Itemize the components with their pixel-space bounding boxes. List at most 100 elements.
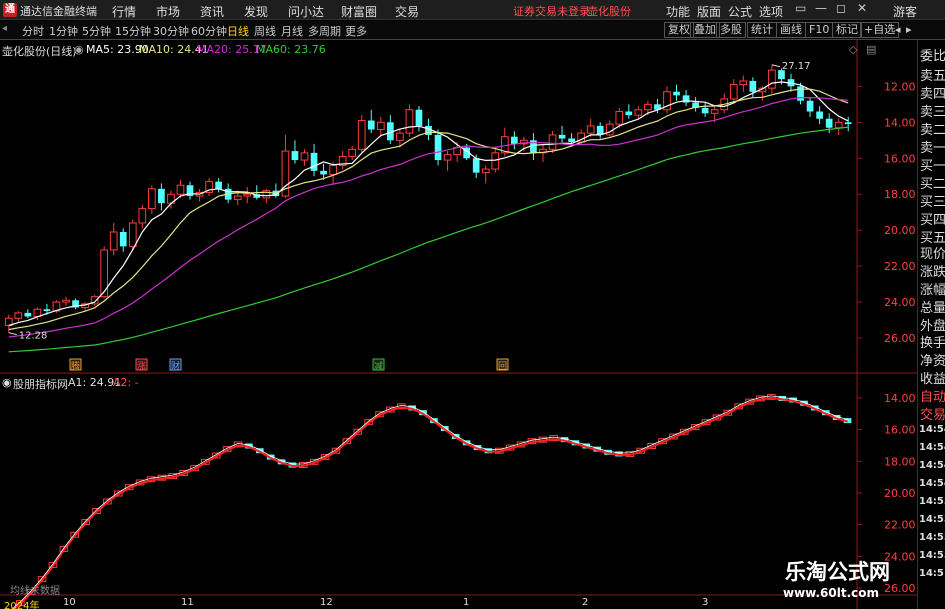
multi-stock-button[interactable]: 多股: [716, 22, 746, 38]
side-label-ask3: 卖三: [920, 105, 945, 120]
add-favorite-button[interactable]: +自选: [860, 22, 900, 38]
side-label-price: 现价: [920, 247, 945, 262]
period-multi[interactable]: 多周期: [308, 23, 341, 39]
tick-time: 14:54: [919, 424, 945, 435]
candle-body: [768, 69, 776, 89]
tick-time: 14:55: [919, 496, 945, 507]
side-label-bid2: 买二: [920, 177, 945, 192]
candle-body: [176, 184, 185, 195]
date-label-year: 2024年: [4, 601, 40, 609]
restore-icon[interactable]: ▭: [795, 1, 806, 15]
side-label-auto[interactable]: 自动: [920, 386, 945, 405]
candle-body: [472, 158, 480, 173]
candle-body: [615, 111, 624, 125]
watermark-url: www.60lt.com: [783, 586, 880, 600]
candle-body: [481, 168, 490, 174]
side-label-committee-ratio: 委比: [920, 49, 945, 64]
mark-button[interactable]: 标记: [832, 22, 862, 38]
maximize-icon[interactable]: ◻: [836, 1, 846, 15]
side-label-ask5: 卖五: [920, 69, 945, 84]
toolbar-left-arrow-icon[interactable]: ◂: [2, 23, 7, 34]
candle-body: [100, 249, 109, 298]
date-label-oct: 10: [63, 597, 76, 608]
menu-discover[interactable]: 发现: [244, 3, 268, 20]
kline-chart-area[interactable]: 26.00 24.00 22.00 20.00 18.00 16.00 14.00 12.00…: [0, 40, 917, 609]
trade-login-status[interactable]: 证券交易未登录: [513, 3, 590, 19]
diamond-icon[interactable]: ◇: [849, 43, 857, 56]
y-tick-label: 24.00: [884, 296, 916, 309]
side-label-net-asset: 净资: [920, 354, 945, 369]
draw-line-button[interactable]: 画线: [776, 22, 806, 38]
period-1min[interactable]: 1分钟: [49, 23, 78, 39]
period-weekly[interactable]: 周线: [254, 23, 276, 39]
candle-body: [128, 222, 137, 247]
candle-body: [673, 91, 680, 96]
period-intraday[interactable]: 分时: [22, 23, 44, 39]
menu-trade[interactable]: 交易: [395, 3, 419, 20]
candle-body: [24, 312, 32, 317]
close-icon[interactable]: ✕: [857, 1, 867, 15]
candle-body: [14, 312, 23, 319]
menu-ask[interactable]: 问小达: [288, 3, 324, 20]
period-monthly[interactable]: 月线: [281, 23, 303, 39]
period-60min[interactable]: 60分钟: [191, 23, 227, 39]
period-daily[interactable]: 日线: [227, 23, 249, 39]
side-label-change-pct: 涨幅: [920, 283, 945, 298]
date-label-jan: 1: [463, 597, 470, 608]
period-15min[interactable]: 15分钟: [115, 23, 151, 39]
stats-button[interactable]: 统计: [747, 22, 777, 38]
menu-markets[interactable]: 市场: [156, 3, 180, 20]
side-label-volume: 总量: [920, 301, 945, 316]
side-label-ask2: 卖二: [920, 123, 945, 138]
candle-body: [243, 193, 252, 197]
menu-wealth[interactable]: 财富圈: [341, 3, 377, 20]
minimize-icon[interactable]: —: [815, 1, 827, 15]
indicator-y-tick-label: 16.00: [884, 424, 916, 437]
candle-body: [806, 100, 814, 112]
expand-icon[interactable]: ▤: [866, 43, 876, 56]
candle-body: [138, 208, 147, 224]
candle-body: [43, 309, 51, 312]
menu-bar: 通 通达信金融终端 行情 市场 资讯 发现 问小达 财富圈 交易 证券交易未登录…: [0, 0, 945, 20]
side-label-trade[interactable]: 交易: [920, 404, 945, 423]
event-marker-label: 腾: [71, 360, 80, 372]
high-price-label: 27.17: [782, 61, 811, 72]
candle-body: [148, 188, 156, 210]
candle-body: [405, 109, 414, 134]
period-30min[interactable]: 30分钟: [153, 23, 189, 39]
event-marker-label: 财: [171, 360, 180, 372]
guest-user[interactable]: 游客: [893, 3, 917, 20]
candle-body: [367, 120, 375, 130]
menu-options[interactable]: 选项: [759, 3, 783, 20]
period-more[interactable]: 更多: [345, 23, 367, 39]
settings-circle-icon[interactable]: ◉: [74, 43, 84, 56]
candle-body: [816, 111, 823, 119]
candle-body: [291, 151, 299, 161]
candle-body: [310, 152, 318, 171]
menu-market[interactable]: 行情: [112, 3, 136, 20]
menu-formula[interactable]: 公式: [728, 3, 752, 20]
candle-body: [329, 164, 337, 175]
period-5min[interactable]: 5分钟: [82, 23, 111, 39]
tick-time: 14:55: [919, 550, 945, 561]
tick-time: 14:5: [919, 568, 944, 579]
event-marker-label: 涨: [137, 361, 146, 372]
indicator-a2: A2: -: [113, 376, 139, 389]
candle-body: [586, 125, 595, 134]
side-label-turnover: 换手: [920, 336, 945, 351]
stock-label: 壶化股份(日线): [2, 45, 77, 58]
indicator-settings-icon[interactable]: ◉: [2, 376, 12, 389]
quote-side-panel: 委比 卖五 卖四 卖三 卖二 卖一 买一 买二 买三 买四 买五 现价 涨跌 涨…: [917, 40, 945, 609]
f10-button[interactable]: F10: [805, 22, 834, 38]
toolbar-next-arrow-icon[interactable]: ▸: [906, 23, 912, 36]
candle-body: [376, 121, 385, 131]
side-label-change: 涨跌: [920, 265, 945, 280]
menu-news[interactable]: 资讯: [200, 3, 224, 20]
side-label-earnings: 收益: [920, 372, 945, 387]
low-pointer: [8, 332, 17, 336]
tick-time: 14:54: [919, 442, 945, 453]
low-price-label: 12.28: [19, 331, 48, 342]
menu-function[interactable]: 功能: [666, 3, 690, 20]
menu-layout[interactable]: 版面: [697, 3, 721, 20]
toolbar-prev-arrow-icon[interactable]: ◂: [895, 23, 901, 36]
